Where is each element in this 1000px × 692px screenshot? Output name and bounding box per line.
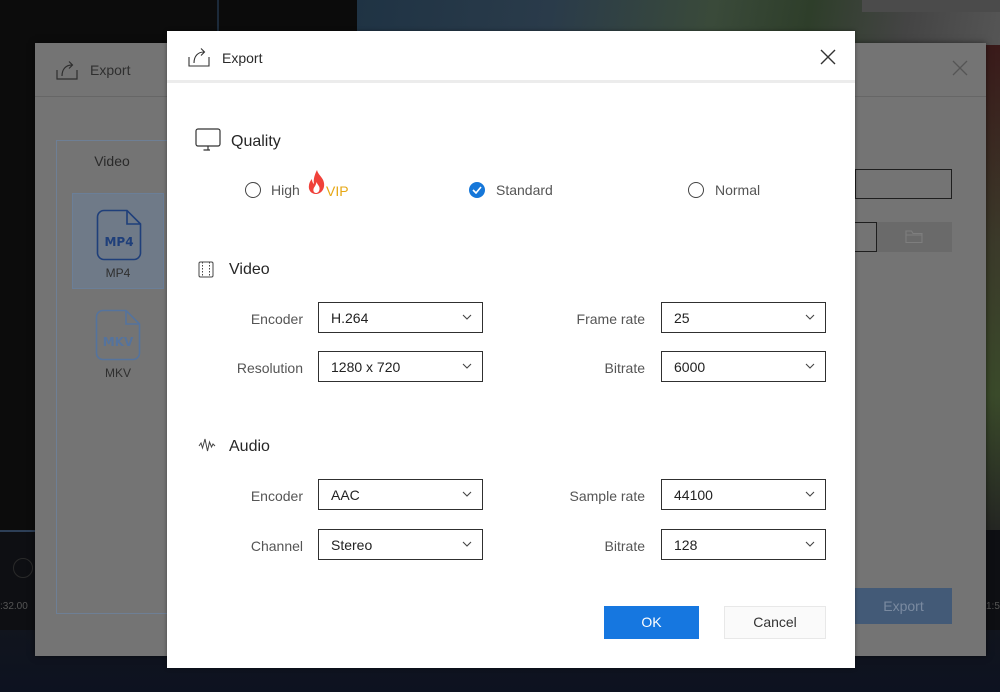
waveform-icon	[198, 438, 216, 452]
format-label: MP4	[105, 266, 131, 280]
preview-toolbar	[862, 0, 1000, 12]
quality-high-radio[interactable]: High	[245, 182, 300, 198]
timeline-track-line	[0, 530, 40, 532]
dialog-header: Export	[167, 31, 855, 83]
quality-normal-radio[interactable]: Normal	[688, 182, 760, 198]
frame-rate-select[interactable]: 25	[661, 302, 826, 333]
export-settings-dialog: Export Quality High VIP Standard Normal	[167, 31, 855, 668]
export-icon	[56, 61, 78, 80]
video-bitrate-select[interactable]: 6000	[661, 351, 826, 382]
chevron-down-icon	[462, 314, 472, 320]
select-value: 1280 x 720	[331, 359, 401, 375]
mkv-file-icon: MKV	[95, 309, 141, 361]
audio-encoder-select[interactable]: AAC	[318, 479, 483, 510]
chevron-down-icon	[805, 314, 815, 320]
timecode-right: 1:5	[986, 601, 1000, 612]
radio-checked-icon	[469, 182, 485, 198]
audio-bitrate-select[interactable]: 128	[661, 529, 826, 560]
quality-standard-radio[interactable]: Standard	[469, 182, 553, 198]
format-mkv[interactable]: MKV MKV	[72, 294, 164, 390]
svg-text:MKV: MKV	[103, 335, 134, 349]
quality-section-title: Quality	[231, 133, 281, 150]
dialog-title: Export	[222, 50, 263, 66]
select-value: 44100	[674, 487, 713, 503]
radio-label: High	[271, 182, 300, 198]
sample-rate-label: Sample rate	[569, 488, 645, 504]
select-value: 6000	[674, 359, 706, 375]
clock-icon	[13, 558, 33, 578]
audio-bitrate-label: Bitrate	[604, 538, 645, 554]
format-label: MKV	[104, 366, 131, 380]
export-button[interactable]: Export	[855, 588, 952, 624]
browse-folder-button[interactable]	[877, 222, 952, 252]
format-sidebar: Video MP4 MP4 MKV MKV	[56, 140, 176, 614]
film-icon	[198, 261, 214, 278]
close-icon[interactable]	[819, 48, 837, 66]
video-section-title: Video	[229, 261, 270, 278]
file-name-input[interactable]	[855, 169, 952, 199]
resolution-label: Resolution	[236, 360, 303, 376]
timecode-left: :32.00	[0, 601, 28, 612]
monitor-icon	[195, 128, 221, 151]
video-encoder-label: Encoder	[250, 311, 303, 327]
select-value: Stereo	[331, 537, 373, 553]
chevron-down-icon	[805, 363, 815, 369]
select-value: 128	[674, 537, 698, 553]
audio-encoder-label: Encoder	[250, 488, 303, 504]
app-window: :32.00 1:5 Export Video MP4 MP4 MKV MKV …	[0, 0, 1000, 692]
mp4-file-icon: MP4	[96, 209, 142, 261]
chevron-down-icon	[462, 541, 472, 547]
channel-label: Channel	[250, 538, 303, 554]
tab-video[interactable]: Video	[57, 141, 167, 183]
close-icon[interactable]	[951, 59, 969, 77]
ok-button[interactable]: OK	[604, 606, 699, 639]
select-value: AAC	[331, 487, 360, 503]
chevron-down-icon	[462, 491, 472, 497]
chevron-down-icon	[805, 491, 815, 497]
preview-edge	[985, 45, 1000, 545]
save-path-input[interactable]	[855, 222, 877, 252]
svg-text:MP4: MP4	[104, 235, 133, 249]
folder-icon	[905, 230, 923, 244]
video-bitrate-label: Bitrate	[604, 360, 645, 376]
select-value: 25	[674, 310, 690, 326]
radio-unchecked-icon	[245, 182, 261, 198]
select-value: H.264	[331, 310, 369, 326]
chevron-down-icon	[805, 541, 815, 547]
radio-unchecked-icon	[688, 182, 704, 198]
frame-rate-label: Frame rate	[576, 311, 645, 327]
chevron-down-icon	[462, 363, 472, 369]
fire-icon	[308, 170, 325, 194]
radio-label: Standard	[496, 182, 553, 198]
audio-section-title: Audio	[229, 438, 270, 455]
export-icon	[188, 48, 210, 67]
sample-rate-select[interactable]: 44100	[661, 479, 826, 510]
video-encoder-select[interactable]: H.264	[318, 302, 483, 333]
vip-badge: VIP	[326, 183, 349, 199]
channel-select[interactable]: Stereo	[318, 529, 483, 560]
radio-label: Normal	[715, 182, 761, 198]
cancel-button[interactable]: Cancel	[724, 606, 826, 639]
back-dialog-title: Export	[90, 62, 131, 78]
resolution-select[interactable]: 1280 x 720	[318, 351, 483, 382]
format-mp4[interactable]: MP4 MP4	[72, 193, 164, 289]
